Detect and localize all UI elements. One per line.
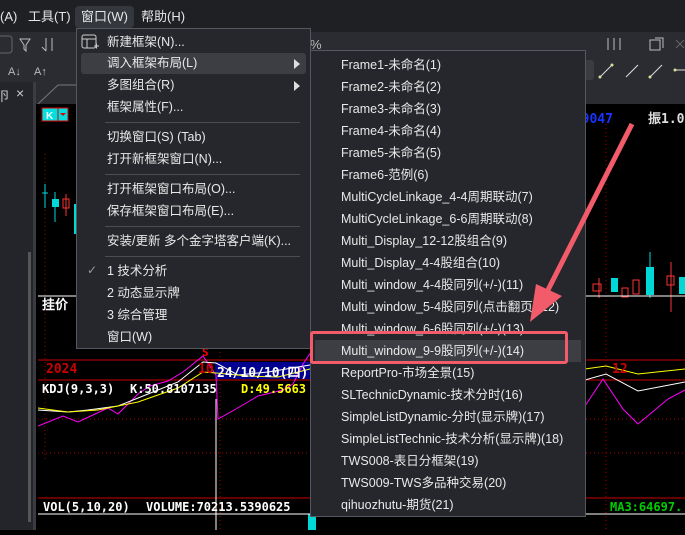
copy-icon bbox=[649, 37, 664, 51]
submenu-arrow-icon bbox=[294, 81, 300, 91]
separator bbox=[105, 226, 300, 227]
submenu-item-layout[interactable]: Multi_window_5-4股同列(点击翻页)(12) bbox=[315, 296, 581, 318]
menu-item-window[interactable]: 窗口(W) bbox=[81, 327, 306, 348]
svg-text:K: K bbox=[46, 111, 54, 122]
submenu-item-layout[interactable]: Multi_Display_12-12股组合(9) bbox=[315, 230, 581, 252]
submenu-item-layout[interactable]: Frame3-未命名(3) bbox=[315, 98, 581, 120]
year-label: 2024 bbox=[46, 362, 78, 377]
filter-icon bbox=[19, 38, 31, 53]
menu-item-save-layout[interactable]: 保存框架窗口布局(E)... bbox=[81, 201, 306, 222]
cursor-date: 24/10/10(四) bbox=[217, 366, 309, 381]
submenu-item-layout[interactable]: Multi_window_4-4股同列(+/-)(11) bbox=[315, 274, 581, 296]
separator bbox=[105, 174, 300, 175]
submenu-item-layout[interactable]: Frame2-未命名(2) bbox=[315, 76, 581, 98]
menu-window[interactable]: 窗口(W) bbox=[75, 6, 134, 28]
submenu-item-layout[interactable]: Frame4-未命名(4) bbox=[315, 120, 581, 142]
menu-item-label: 多图组合(R) bbox=[107, 78, 175, 92]
menu-item-comprehensive-mgmt[interactable]: 3 综合管理 bbox=[81, 305, 306, 326]
menu-item-load-layout[interactable]: 调入框架布局(L) bbox=[81, 53, 306, 74]
submenu-arrow-icon bbox=[294, 59, 300, 69]
left-panel: 卪 × bbox=[0, 82, 36, 530]
menu-item-dynamic-board[interactable]: 2 动态显示牌 bbox=[81, 283, 306, 304]
month-label-12: 12 bbox=[612, 362, 628, 377]
menu-item-new-frame[interactable]: 新建框架(N)... bbox=[81, 32, 306, 53]
volume-value: VOLUME:70213.5390625 bbox=[146, 500, 291, 514]
submenu-item-layout[interactable]: SimpleListDynamic-分时(显示牌)(17) bbox=[315, 406, 581, 428]
menu-item-multi-chart[interactable]: 多图组合(R) bbox=[81, 75, 306, 96]
menu-item-open-new-frame[interactable]: 打开新框架窗口(N)... bbox=[81, 149, 306, 170]
menu-item-label: 调入框架布局(L) bbox=[107, 56, 198, 70]
sort-icon bbox=[41, 38, 53, 52]
submenu-item-layout[interactable]: ReportPro-市场全景(15) bbox=[315, 362, 581, 384]
submenu-item-layout[interactable]: Frame1-未命名(1) bbox=[315, 54, 581, 76]
menu-item-switch-window[interactable]: 切换窗口(S) (Tab) bbox=[81, 127, 306, 148]
scrollbar[interactable] bbox=[28, 252, 31, 522]
submenu-item-layout[interactable]: SimpleListTechnic-技术分析(显示牌)(18) bbox=[315, 428, 581, 450]
ask-label: 挂价 bbox=[42, 298, 69, 313]
highlight-box bbox=[310, 331, 568, 364]
submenu-item-layout[interactable]: TWS009-TWS多品种交易(20) bbox=[315, 472, 581, 494]
menu-item-open-layout[interactable]: 打开框架窗口布局(O)... bbox=[81, 179, 306, 200]
amplitude-value: 振1.0 bbox=[648, 112, 685, 127]
separator bbox=[105, 256, 300, 257]
separator bbox=[105, 122, 300, 123]
kdj-d-value: D:49.5663 bbox=[241, 382, 307, 396]
close-icon[interactable]: × bbox=[16, 85, 24, 101]
submenu-item-layout[interactable]: MultiCycleLinkage_6-6周期联动(8) bbox=[315, 208, 581, 230]
menu-item-technical-analysis[interactable]: 1 技术分析 bbox=[81, 261, 306, 282]
submenu-item-layout[interactable]: qihuozhutu-期货(21) bbox=[315, 494, 581, 516]
submenu-item-layout[interactable]: TWS008-表日分框架(19) bbox=[315, 450, 581, 472]
menu-item-install-update[interactable]: 安装/更新 多个金字塔客户端(K)... bbox=[81, 231, 306, 252]
menu-item-frame-properties[interactable]: 框架属性(F)... bbox=[81, 97, 306, 118]
submenu-item-layout[interactable]: SLTechnicDynamic-技术分时(16) bbox=[315, 384, 581, 406]
submenu-item-layout[interactable]: Multi_Display_4-4股组合(10) bbox=[315, 252, 581, 274]
menu-a[interactable]: (A) bbox=[0, 6, 23, 28]
pin-icon[interactable]: 卪 bbox=[0, 86, 11, 105]
month-label-10: 10 bbox=[198, 362, 214, 377]
submenu-item-layout[interactable]: Frame6-范例(6) bbox=[315, 164, 581, 186]
menu-help[interactable]: 帮助(H) bbox=[135, 6, 191, 28]
menu-tools[interactable]: 工具(T) bbox=[22, 6, 77, 28]
window-menu: 新建框架(N)... 调入框架布局(L) 多图组合(R) 框架属性(F)... … bbox=[76, 28, 311, 349]
kdj-label: KDJ(9,3,3) bbox=[42, 382, 115, 396]
svg-text:A↓: A↓ bbox=[8, 66, 21, 78]
submenu-item-layout[interactable]: Frame5-未命名(5) bbox=[315, 142, 581, 164]
svg-text:A↑: A↑ bbox=[34, 66, 47, 78]
vol-label: VOL(5,10,20) bbox=[43, 500, 130, 514]
layout-submenu: Frame1-未命名(1) Frame2-未命名(2) Frame3-未命名(3) F… bbox=[310, 50, 586, 517]
kdj-k-value: K:50.8107135 bbox=[130, 382, 217, 396]
ma3-value: MA3:64697. bbox=[610, 500, 683, 514]
submenu-item-layout[interactable]: MultiCycleLinkage_4-4周期联动(7) bbox=[315, 186, 581, 208]
